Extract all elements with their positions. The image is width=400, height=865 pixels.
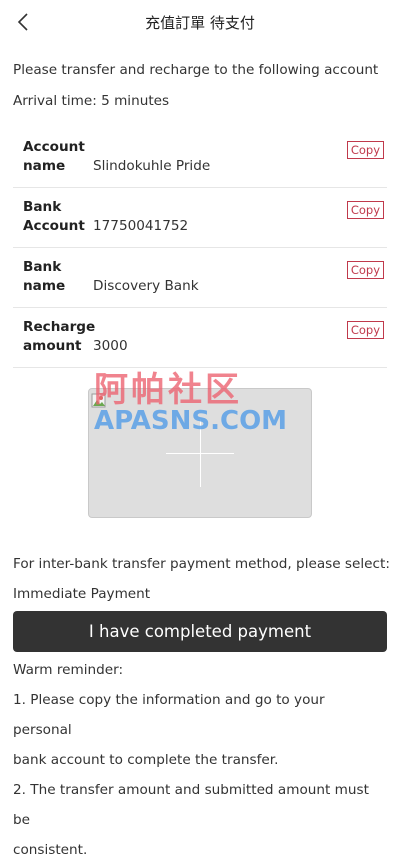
detail-value: Slindokuhle Pride <box>93 158 211 174</box>
detail-row-recharge-amount: Recharge amount 3000 Copy <box>13 308 387 368</box>
transfer-instruction: Please transfer and recharge to the foll… <box>13 62 379 78</box>
copy-recharge-amount-button[interactable]: Copy <box>346 321 384 339</box>
reminder-line: 1. Please copy the information and go to… <box>13 692 325 738</box>
completed-payment-button[interactable]: I have completed payment <box>13 611 387 652</box>
placeholder-cross-vertical <box>200 419 201 487</box>
detail-label: Bank Account <box>23 199 85 234</box>
copy-account-name-button[interactable]: Copy <box>346 141 384 159</box>
account-details: Account name Slindokuhle Pride Copy Bank… <box>13 128 387 368</box>
detail-row-account-name: Account name Slindokuhle Pride Copy <box>13 128 387 188</box>
payment-method-option[interactable]: Immediate Payment <box>13 586 150 602</box>
copy-bank-account-button[interactable]: Copy <box>346 201 384 219</box>
detail-value: 17750041752 <box>93 218 189 234</box>
qr-code-image <box>88 388 312 518</box>
detail-row-bank-name: Bank name Discovery Bank Copy <box>13 248 387 308</box>
warm-reminder: Warm reminder: 1. Please copy the inform… <box>13 655 387 865</box>
detail-label: Recharge amount <box>23 319 96 354</box>
reminder-line: bank account to complete the transfer. <box>13 752 279 768</box>
detail-row-bank-account: Bank Account 17750041752 Copy <box>13 188 387 248</box>
detail-value: 3000 <box>93 338 128 354</box>
copy-bank-name-button[interactable]: Copy <box>346 261 384 279</box>
detail-label: Account name <box>23 139 85 174</box>
broken-image-icon <box>91 393 106 408</box>
reminder-line: 2. The transfer amount and submitted amo… <box>13 782 369 828</box>
payment-method-prompt: For inter-bank transfer payment method, … <box>13 556 390 572</box>
detail-value: Discovery Bank <box>93 278 199 294</box>
reminder-title: Warm reminder: <box>13 662 124 678</box>
top-bar: 充值訂單 待支付 <box>0 0 400 44</box>
arrival-time: Arrival time: 5 minutes <box>13 93 170 109</box>
reminder-line: consistent. <box>13 842 88 858</box>
detail-label: Bank name <box>23 259 66 294</box>
chevron-left-icon <box>17 13 28 31</box>
back-button[interactable] <box>14 10 36 34</box>
page-title: 充值訂單 待支付 <box>145 13 255 32</box>
